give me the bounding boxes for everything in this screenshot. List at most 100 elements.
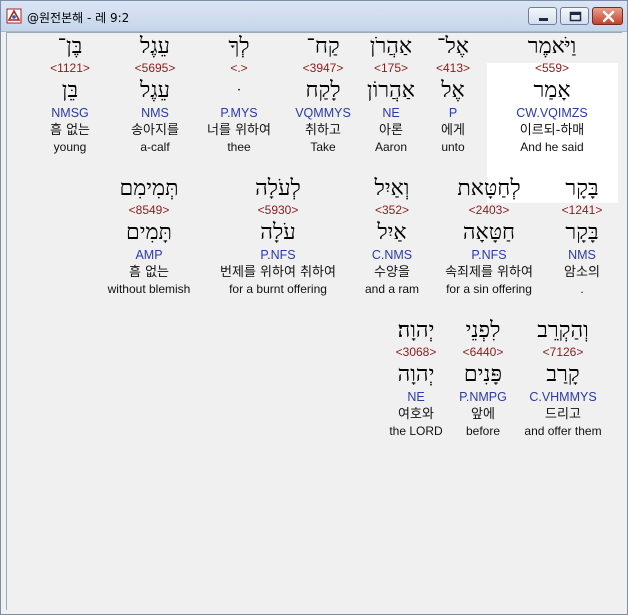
word-5[interactable]: עֵגֶל <5695> עֵגֶל NMS 송아지를 a-calf [119, 36, 191, 157]
english-gloss: before [465, 424, 501, 438]
strong-number[interactable]: <352> [357, 204, 427, 220]
parsing-code: NMSG [51, 106, 89, 120]
korean-gloss: 송아지를 [131, 123, 179, 138]
korean-gloss: 속죄제를 위하여 [445, 265, 533, 280]
english-gloss: for a sin offering [446, 282, 532, 296]
strong-number[interactable]: <5930> [203, 204, 353, 220]
word-6[interactable]: בֶּן־ <1121> בֵּן NMSG 흠 없는 young [39, 36, 101, 157]
title-bar: @원전본해 - 레 9:2 [1, 1, 627, 32]
lexical-form: עֹלָה [260, 220, 296, 245]
korean-gloss: 여호와 [398, 407, 434, 422]
parsing-code: AMP [135, 248, 163, 262]
word-1[interactable]: אֶל־ <413> אֶל P 에게 unto [423, 36, 483, 157]
hebrew-word: קַח־ [306, 34, 340, 59]
korean-gloss: 흠 없는 [128, 265, 169, 280]
hebrew-word: עֵגֶל [139, 34, 170, 59]
english-gloss: young [53, 140, 87, 154]
word-11[interactable]: תְּמִימִם <8549> תָּמִים AMP 흠 없는 withou… [99, 178, 199, 299]
strong-number[interactable]: <175> [361, 62, 421, 78]
english-gloss: and offer them [524, 424, 602, 438]
strong-number[interactable]: <1121> [39, 62, 101, 78]
hebrew-word: וְהַקְרֵב [537, 318, 589, 343]
word-9[interactable]: וְאַיִל <352> אַיִל C.NMS 수양을 and a ram [357, 178, 427, 299]
hebrew-word: לְעֹלָה [255, 176, 301, 201]
strong-number[interactable]: <7126> [519, 346, 607, 362]
close-icon [602, 10, 615, 23]
english-gloss: without blemish [107, 282, 191, 296]
hebrew-word: תְּמִימִם [119, 176, 179, 201]
strong-number[interactable]: <8549> [99, 204, 199, 220]
lexical-form: תָּמִים [126, 220, 172, 245]
korean-gloss: 앞에 [471, 407, 495, 422]
word-8[interactable]: לְחַטָּאת <2403> חַטָּאָה P.NFS 속죄제를 위하여… [431, 178, 547, 299]
strong-number[interactable]: <1241> [549, 204, 615, 220]
english-gloss: and a ram [364, 282, 420, 296]
hebrew-word: בָּקָר [565, 176, 599, 201]
english-gloss: . [580, 282, 584, 296]
hebrew-word: לְךָ [228, 34, 250, 59]
hebrew-word: יְהוָה׃ [397, 318, 435, 343]
word-2[interactable]: אַהֲרֹן <175> אַהֲרוֹן NE 아론 Aaron [361, 36, 421, 157]
app-icon [6, 8, 22, 24]
lexical-form: בָּקָר [565, 220, 599, 245]
window-title: @원전본해 - 레 9:2 [27, 11, 130, 25]
interlinear-panel: וַיֹּאמֶר <559> אָמַר CW.VQIMZS 이르되-하매 A… [6, 32, 622, 610]
word-7[interactable]: בָּקָר <1241> בָּקָר NMS 암소의 . [549, 178, 615, 299]
hebrew-word: אַהֲרֹן [369, 34, 413, 59]
maximize-icon [569, 11, 582, 22]
strong-number[interactable]: <3068> [383, 346, 449, 362]
hebrew-word: לִפְנֵי [465, 318, 501, 343]
strong-number[interactable]: <3947> [287, 62, 359, 78]
lexical-form: פָּנִים [463, 362, 503, 387]
lexical-form: אַהֲרוֹן [367, 78, 415, 103]
english-gloss: the LORD [389, 424, 443, 438]
strong-number[interactable]: <2403> [431, 204, 547, 220]
korean-gloss: 취하고 [305, 123, 341, 138]
app-window: @원전본해 - 레 9:2 וַיֹּאמֶר <559> אָמַר CW.V… [0, 0, 628, 615]
lexical-form: בֵּן [61, 78, 79, 103]
minimize-button[interactable] [528, 7, 557, 25]
close-button[interactable] [592, 7, 623, 25]
parsing-code: P.MYS [220, 106, 258, 120]
lexical-form: אָמַר [533, 78, 571, 103]
parsing-code: VQMMYS [295, 106, 351, 120]
parsing-code: P.NFS [260, 248, 296, 262]
strong-number[interactable]: <413> [423, 62, 483, 78]
word-0[interactable]: וַיֹּאמֶר <559> אָמַר CW.VQIMZS 이르되-하매 A… [488, 36, 616, 157]
hebrew-word: וַיֹּאמֶר [527, 34, 577, 59]
parsing-code: P.NMPG [459, 390, 507, 404]
english-gloss: thee [227, 140, 251, 154]
english-gloss: Aaron [374, 140, 408, 154]
parsing-code: NMS [141, 106, 169, 120]
parsing-code: CW.VQIMZS [516, 106, 588, 120]
strong-number[interactable]: <6440> [453, 346, 513, 362]
lexical-form: אֶל [441, 78, 465, 103]
lexical-form: עֵגֶל [139, 78, 170, 103]
korean-gloss: 암소의 [564, 265, 600, 280]
korean-gloss: 너를 위하여 [207, 123, 271, 138]
korean-gloss: 수양을 [374, 265, 410, 280]
korean-gloss: 이르되-하매 [519, 123, 585, 138]
word-3[interactable]: קַח־ <3947> לָקַח VQMMYS 취하고 Take [287, 36, 359, 157]
strong-number[interactable]: <5695> [119, 62, 191, 78]
lexical-form: חַטָּאָה [462, 220, 516, 245]
lexical-form: יְהוָה [397, 362, 435, 387]
english-gloss: And he said [520, 140, 584, 154]
parsing-code: NE [382, 106, 400, 120]
parsing-code: P.NFS [471, 248, 507, 262]
english-gloss: unto [441, 140, 465, 154]
maximize-button[interactable] [560, 7, 589, 25]
strong-number[interactable]: <.> [193, 62, 285, 78]
word-10[interactable]: לְעֹלָה <5930> עֹלָה P.NFS 번제를 위하여 취하여 f… [203, 178, 353, 299]
hebrew-word: לְחַטָּאת [457, 176, 521, 201]
word-4[interactable]: לְךָ <.> ּ P.MYS 너를 위하여 thee [193, 36, 285, 157]
word-13[interactable]: לִפְנֵי <6440> פָּנִים P.NMPG 앞에 before [453, 320, 513, 441]
parsing-code: NMS [568, 248, 596, 262]
minimize-icon [539, 18, 548, 21]
english-gloss: a-calf [140, 140, 170, 154]
word-14[interactable]: יְהוָה׃ <3068> יְהוָה NE 여호와 the LORD [383, 320, 449, 441]
parsing-code: C.VHMMYS [529, 390, 597, 404]
word-12[interactable]: וְהַקְרֵב <7126> קָרַב C.VHMMYS 드리고 and … [519, 320, 607, 441]
parsing-code: NE [407, 390, 425, 404]
strong-number[interactable]: <559> [488, 62, 616, 78]
